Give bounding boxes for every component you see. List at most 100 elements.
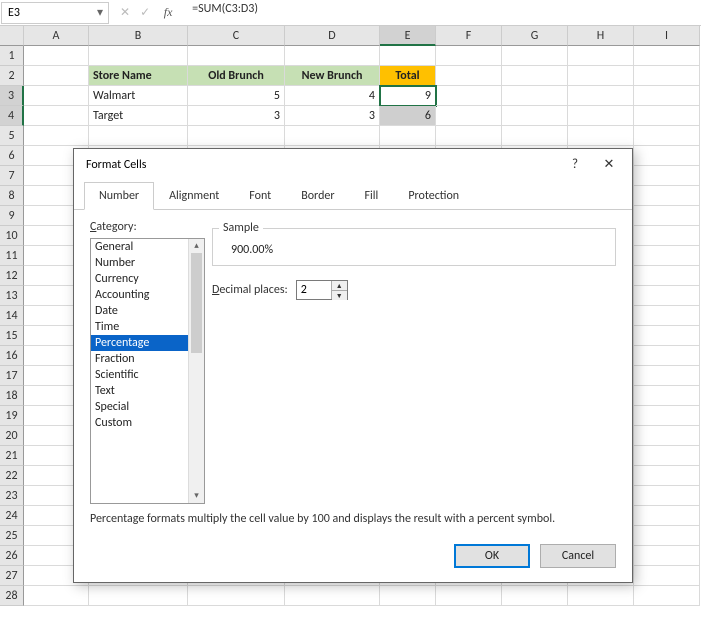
spinner-up-icon[interactable]: ▲ <box>332 281 347 291</box>
scroll-down-icon[interactable]: ▾ <box>189 489 204 503</box>
tab-fill[interactable]: Fill <box>350 182 394 210</box>
cell-F1[interactable] <box>436 46 502 66</box>
row-header-23[interactable]: 23 <box>0 486 24 506</box>
cell-I19[interactable] <box>634 406 700 426</box>
row-header-1[interactable]: 1 <box>0 46 24 66</box>
tab-font[interactable]: Font <box>234 182 286 210</box>
cell-H4[interactable] <box>568 106 634 126</box>
cell-I6[interactable] <box>634 146 700 166</box>
cell-C4[interactable]: 3 <box>188 106 285 126</box>
cell-G2[interactable] <box>502 66 568 86</box>
cell-A5[interactable] <box>24 126 89 146</box>
cell-B3[interactable]: Walmart <box>89 86 188 106</box>
cell-D1[interactable] <box>285 46 380 66</box>
cell-C5[interactable] <box>188 126 285 146</box>
cell-I20[interactable] <box>634 426 700 446</box>
column-header-H[interactable]: H <box>568 26 634 46</box>
cell-I4[interactable] <box>634 106 700 126</box>
cell-H3[interactable] <box>568 86 634 106</box>
row-header-27[interactable]: 27 <box>0 566 24 586</box>
cell-F28[interactable] <box>436 586 502 606</box>
category-listbox[interactable]: GeneralNumberCurrencyAccountingDateTimeP… <box>90 238 205 504</box>
cell-F5[interactable] <box>436 126 502 146</box>
decimal-places-input[interactable] <box>297 281 331 299</box>
fx-icon[interactable]: fx <box>160 5 176 20</box>
cell-E2[interactable]: Total <box>380 66 436 86</box>
cell-C1[interactable] <box>188 46 285 66</box>
category-scrollbar[interactable]: ▴ ▾ <box>188 239 204 503</box>
cell-I21[interactable] <box>634 446 700 466</box>
cell-A2[interactable] <box>24 66 89 86</box>
cell-H5[interactable] <box>568 126 634 146</box>
row-header-13[interactable]: 13 <box>0 286 24 306</box>
row-header-10[interactable]: 10 <box>0 226 24 246</box>
cell-G1[interactable] <box>502 46 568 66</box>
name-box[interactable]: E3 <box>2 6 92 20</box>
cell-I18[interactable] <box>634 386 700 406</box>
row-header-22[interactable]: 22 <box>0 466 24 486</box>
cell-A3[interactable] <box>24 86 89 106</box>
cell-I10[interactable] <box>634 226 700 246</box>
cell-G3[interactable] <box>502 86 568 106</box>
column-header-I[interactable]: I <box>634 26 700 46</box>
tab-border[interactable]: Border <box>286 182 349 210</box>
cell-I3[interactable] <box>634 86 700 106</box>
cell-E4[interactable]: 6 <box>380 106 436 126</box>
cell-B28[interactable] <box>89 586 188 606</box>
row-header-12[interactable]: 12 <box>0 266 24 286</box>
cell-D3[interactable]: 4 <box>285 86 380 106</box>
dialog-help-button[interactable]: ? <box>558 152 592 178</box>
cell-C2[interactable]: Old Brunch <box>188 66 285 86</box>
row-header-26[interactable]: 26 <box>0 546 24 566</box>
cell-G5[interactable] <box>502 126 568 146</box>
cell-I17[interactable] <box>634 366 700 386</box>
cell-B4[interactable]: Target <box>89 106 188 126</box>
cell-I16[interactable] <box>634 346 700 366</box>
cell-I2[interactable] <box>634 66 700 86</box>
dialog-titlebar[interactable]: Format Cells ? ✕ <box>74 149 632 181</box>
dialog-close-button[interactable]: ✕ <box>592 152 626 178</box>
cell-A1[interactable] <box>24 46 89 66</box>
row-header-9[interactable]: 9 <box>0 206 24 226</box>
row-header-15[interactable]: 15 <box>0 326 24 346</box>
scroll-up-icon[interactable]: ▴ <box>189 239 204 253</box>
row-header-18[interactable]: 18 <box>0 386 24 406</box>
column-header-A[interactable]: A <box>24 26 89 46</box>
cell-I22[interactable] <box>634 466 700 486</box>
cell-D28[interactable] <box>285 586 380 606</box>
column-header-E[interactable]: E <box>380 26 436 46</box>
cell-E1[interactable] <box>380 46 436 66</box>
name-box-wrap[interactable]: E3 ▾ <box>1 2 109 24</box>
name-box-dropdown-icon[interactable]: ▾ <box>92 5 108 20</box>
cell-H28[interactable] <box>568 586 634 606</box>
row-header-24[interactable]: 24 <box>0 506 24 526</box>
cell-G4[interactable] <box>502 106 568 126</box>
cell-A4[interactable] <box>24 106 89 126</box>
row-header-25[interactable]: 25 <box>0 526 24 546</box>
tab-alignment[interactable]: Alignment <box>154 182 234 210</box>
decimal-places-stepper[interactable]: ▲ ▼ <box>296 280 348 300</box>
row-header-3[interactable]: 3 <box>0 86 24 106</box>
cell-I15[interactable] <box>634 326 700 346</box>
row-header-21[interactable]: 21 <box>0 446 24 466</box>
cell-D4[interactable]: 3 <box>285 106 380 126</box>
row-header-28[interactable]: 28 <box>0 586 24 606</box>
cell-D5[interactable] <box>285 126 380 146</box>
cell-E5[interactable] <box>380 126 436 146</box>
cell-I14[interactable] <box>634 306 700 326</box>
column-header-F[interactable]: F <box>436 26 502 46</box>
row-header-17[interactable]: 17 <box>0 366 24 386</box>
cell-I7[interactable] <box>634 166 700 186</box>
cell-I11[interactable] <box>634 246 700 266</box>
cell-B5[interactable] <box>89 126 188 146</box>
row-header-5[interactable]: 5 <box>0 126 24 146</box>
cell-I12[interactable] <box>634 266 700 286</box>
row-header-11[interactable]: 11 <box>0 246 24 266</box>
cell-B2[interactable]: Store Name <box>89 66 188 86</box>
row-header-14[interactable]: 14 <box>0 306 24 326</box>
tab-number[interactable]: Number <box>84 182 154 210</box>
row-header-2[interactable]: 2 <box>0 66 24 86</box>
row-header-19[interactable]: 19 <box>0 406 24 426</box>
cell-C28[interactable] <box>188 586 285 606</box>
cell-I23[interactable] <box>634 486 700 506</box>
